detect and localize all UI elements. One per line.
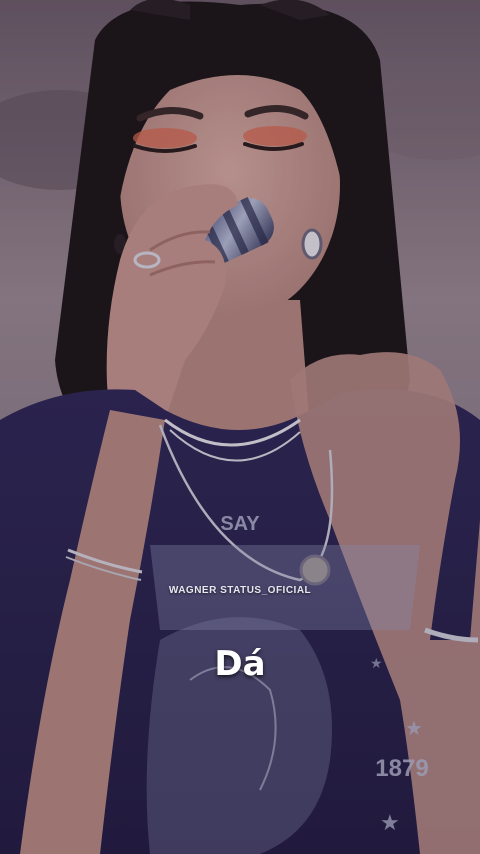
lyric-caption: Dá <box>214 644 266 684</box>
video-frame: SAY ★ ★ ★ 1879 WAGNER STATUS_OFICIAL Dá <box>0 0 480 854</box>
singer-photo: SAY ★ ★ ★ 1879 <box>0 0 480 854</box>
channel-watermark: WAGNER STATUS_OFICIAL <box>168 585 312 596</box>
